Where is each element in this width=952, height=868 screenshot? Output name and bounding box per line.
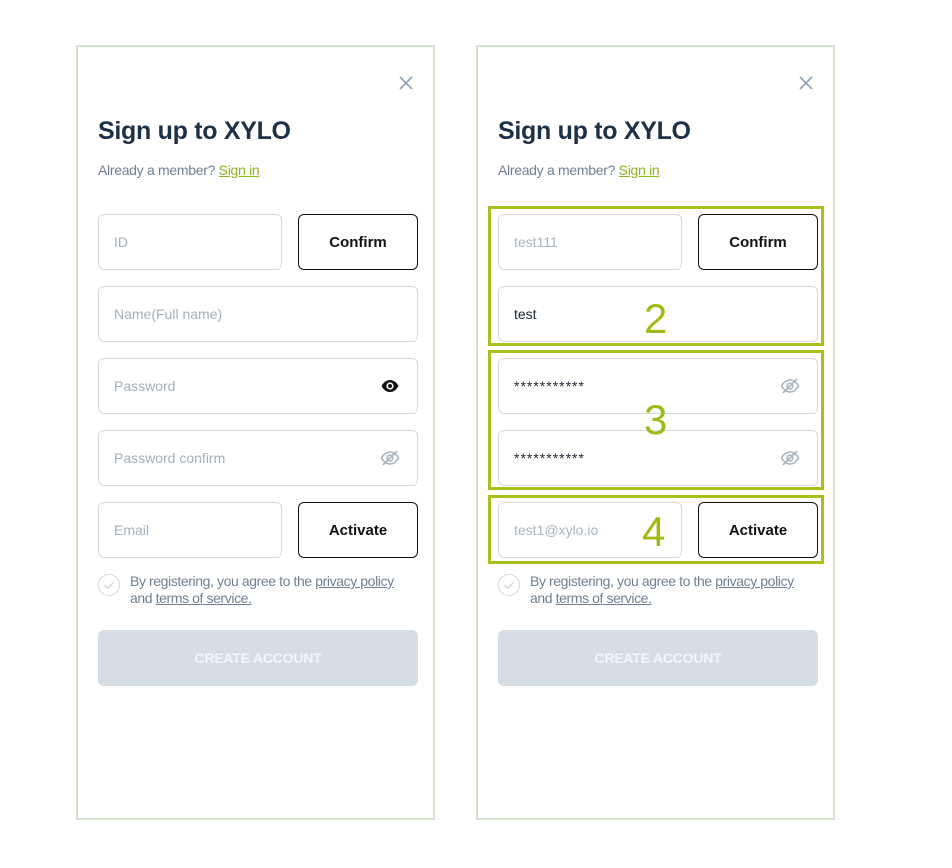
name-input[interactable] — [114, 287, 372, 341]
name-input[interactable] — [514, 287, 772, 341]
signup-panel-empty: Sign up to XYLO Already a member? Sign i… — [76, 45, 435, 820]
confirm-button[interactable]: Confirm — [698, 214, 818, 270]
agree-and: and — [130, 590, 153, 606]
eye-off-icon[interactable] — [780, 448, 800, 468]
create-account-button[interactable]: CREATE ACCOUNT — [498, 630, 818, 686]
email-input[interactable] — [114, 503, 236, 557]
id-field[interactable] — [98, 214, 282, 270]
agree-checkbox[interactable] — [498, 574, 520, 596]
eye-off-icon[interactable] — [380, 448, 400, 468]
member-prompt: Already a member? Sign in — [498, 162, 660, 178]
agreement-text: By registering, you agree to the privacy… — [130, 573, 420, 607]
agree-checkbox[interactable] — [98, 574, 120, 596]
password-input[interactable] — [114, 359, 372, 413]
annotation-number-2: 2 — [644, 295, 668, 342]
id-field[interactable] — [498, 214, 682, 270]
password-confirm-input[interactable] — [114, 431, 372, 485]
sign-in-link[interactable]: Sign in — [219, 162, 260, 178]
close-icon[interactable] — [396, 73, 416, 93]
agreement-text: By registering, you agree to the privacy… — [530, 573, 820, 607]
email-input[interactable] — [514, 503, 636, 557]
password-confirm-field[interactable] — [98, 430, 418, 486]
confirm-button[interactable]: Confirm — [298, 214, 418, 270]
create-account-button[interactable]: CREATE ACCOUNT — [98, 630, 418, 686]
check-circle-icon — [104, 581, 114, 590]
member-prompt: Already a member? Sign in — [98, 162, 260, 178]
annotation-number-4: 4 — [642, 508, 666, 555]
member-text: Already a member? — [498, 162, 616, 178]
agree-prefix: By registering, you agree to the — [130, 573, 312, 589]
member-text: Already a member? — [98, 162, 216, 178]
activate-button[interactable]: Activate — [698, 502, 818, 558]
password-confirm-input[interactable] — [514, 431, 772, 485]
eye-icon[interactable] — [380, 376, 400, 396]
sign-in-link[interactable]: Sign in — [619, 162, 660, 178]
close-icon[interactable] — [796, 73, 816, 93]
email-field[interactable] — [98, 502, 282, 558]
annotation-number-3: 3 — [644, 396, 668, 443]
agree-and: and — [530, 590, 553, 606]
activate-button[interactable]: Activate — [298, 502, 418, 558]
id-input[interactable] — [514, 215, 636, 269]
password-field[interactable] — [98, 358, 418, 414]
privacy-policy-link[interactable]: privacy policy — [315, 573, 394, 589]
eye-off-icon[interactable] — [780, 376, 800, 396]
check-circle-icon — [504, 581, 514, 590]
password-input[interactable] — [514, 359, 772, 413]
terms-link[interactable]: terms of service. — [556, 590, 652, 606]
page-title: Sign up to XYLO — [98, 117, 291, 145]
page-title: Sign up to XYLO — [498, 117, 691, 145]
id-input[interactable] — [114, 215, 236, 269]
terms-link[interactable]: terms of service. — [156, 590, 252, 606]
agree-prefix: By registering, you agree to the — [530, 573, 712, 589]
name-field[interactable] — [98, 286, 418, 342]
privacy-policy-link[interactable]: privacy policy — [715, 573, 794, 589]
